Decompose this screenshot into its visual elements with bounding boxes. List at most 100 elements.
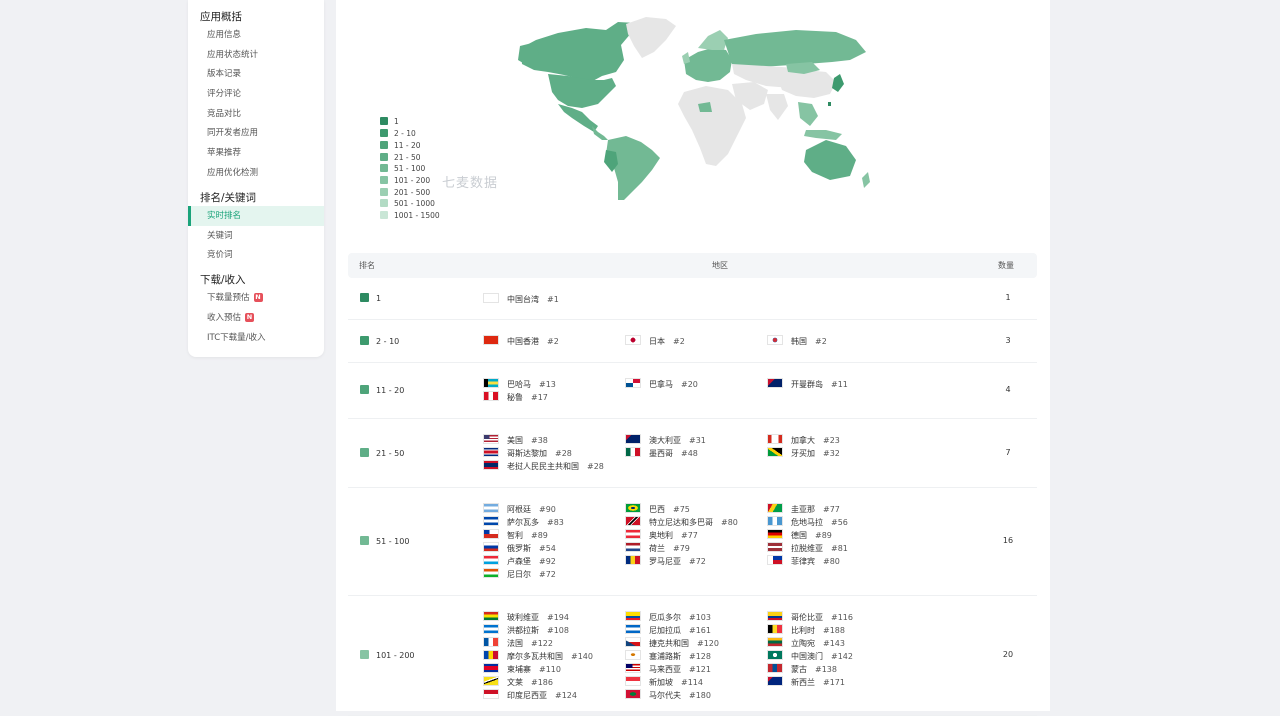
country-rank: #28 (555, 449, 572, 458)
country-name: 哥伦比亚 (791, 613, 823, 622)
country-name: 厄瓜多尔 (649, 613, 681, 622)
country-item[interactable]: 开曼群岛 #11 (767, 378, 848, 391)
country-rank: #180 (689, 691, 711, 700)
sidebar-item-revenue-estimate[interactable]: 收入预估 N (188, 308, 324, 328)
country-item[interactable]: 马来西亚 #121 (625, 663, 711, 676)
country-item[interactable]: 卢森堡 #92 (483, 555, 556, 568)
country-item[interactable]: 新西兰 #171 (767, 676, 845, 689)
country-item[interactable]: 特立尼达和多巴哥 #80 (625, 516, 738, 529)
country-rank: #143 (823, 639, 845, 648)
country-item[interactable]: 厄瓜多尔 #103 (625, 611, 711, 624)
rank-swatch (360, 385, 369, 394)
country-item[interactable]: 俄罗斯 #54 (483, 542, 556, 555)
country-item[interactable]: 荷兰 #79 (625, 542, 690, 555)
country-item[interactable]: 德国 #89 (767, 529, 832, 542)
country-item[interactable]: 牙买加 #32 (767, 447, 840, 460)
country-item[interactable]: 秘鲁 #17 (483, 391, 548, 404)
country-item[interactable]: 哥伦比亚 #116 (767, 611, 853, 624)
country-item[interactable]: 澳大利亚 #31 (625, 434, 706, 447)
sidebar-item-same-developer[interactable]: 同开发者应用 (188, 123, 324, 143)
country-name: 比利时 (791, 626, 815, 635)
country-item[interactable]: 玻利维亚 #194 (483, 611, 569, 624)
sidebar-item-aso-check[interactable]: 应用优化检测 (188, 163, 324, 183)
country-name: 玻利维亚 (507, 613, 539, 622)
country-item[interactable]: 中国香港 #2 (483, 335, 559, 348)
country-item[interactable]: 智利 #89 (483, 529, 548, 542)
sidebar-item-download-estimate[interactable]: 下载量预估 N (188, 288, 324, 308)
at-flag-icon (625, 529, 641, 539)
country-item[interactable]: 危地马拉 #56 (767, 516, 848, 529)
country-item[interactable]: 阿根廷 #90 (483, 503, 556, 516)
country-item[interactable]: 美国 #38 (483, 434, 548, 447)
country-rank: #83 (547, 518, 564, 527)
country-item[interactable]: 巴拿马 #20 (625, 378, 698, 391)
country-item[interactable]: 尼日尔 #72 (483, 568, 556, 581)
sidebar-item-app-info[interactable]: 应用信息 (188, 25, 324, 45)
sidebar-item-realtime-rank[interactable]: 实时排名 (188, 206, 324, 226)
country-item[interactable]: 印度尼西亚 #124 (483, 689, 577, 702)
country-item[interactable]: 中国台湾 #1 (483, 293, 559, 306)
country-item[interactable]: 加拿大 #23 (767, 434, 840, 447)
country-item[interactable]: 巴哈马 #13 (483, 378, 556, 391)
lt-flag-icon (767, 637, 783, 647)
country-name: 菲律宾 (791, 557, 815, 566)
legend-label: 1001 - 1500 (394, 211, 440, 220)
country-item[interactable]: 韩国 #2 (767, 335, 827, 348)
country-item[interactable]: 法国 #122 (483, 637, 553, 650)
country-item[interactable]: 拉脱维亚 #81 (767, 542, 848, 555)
country-item[interactable]: 捷克共和国 #120 (625, 637, 719, 650)
sidebar-item-itc[interactable]: ITC下载量/收入 (188, 328, 324, 348)
country-name: 中国台湾 (507, 295, 539, 304)
country-item[interactable]: 尼加拉瓜 #161 (625, 624, 711, 637)
lu-flag-icon (483, 555, 499, 565)
country-rank: #77 (823, 505, 840, 514)
country-item[interactable]: 柬埔寨 #110 (483, 663, 561, 676)
bn-flag-icon (483, 676, 499, 686)
sidebar-item-reviews[interactable]: 评分评论 (188, 84, 324, 104)
legend-swatch (380, 211, 388, 219)
country-item[interactable]: 墨西哥 #48 (625, 447, 698, 460)
country-name: 圭亚那 (791, 505, 815, 514)
country-rank: #13 (539, 380, 556, 389)
rank-cell: 51 - 100 (360, 536, 409, 546)
country-item[interactable]: 摩尔多瓦共和国 #140 (483, 650, 593, 663)
country-name: 阿根廷 (507, 505, 531, 514)
country-item[interactable]: 新加坡 #114 (625, 676, 703, 689)
sidebar: 应用概括 应用信息 应用状态统计 版本记录 评分评论 竞品对比 同开发者应用 苹… (188, 0, 324, 357)
sidebar-item-bid-words[interactable]: 竞价词 (188, 245, 324, 265)
sidebar-item-app-status[interactable]: 应用状态统计 (188, 45, 324, 65)
country-item[interactable]: 塞浦路斯 #128 (625, 650, 711, 663)
cz-flag-icon (625, 637, 641, 647)
country-item[interactable]: 立陶宛 #143 (767, 637, 845, 650)
be-flag-icon (767, 624, 783, 634)
ky-flag-icon (767, 378, 783, 388)
country-item[interactable]: 奥地利 #77 (625, 529, 698, 542)
country-name: 哥斯达黎加 (507, 449, 547, 458)
country-item[interactable]: 中国澳门 #142 (767, 650, 853, 663)
country-item[interactable]: 比利时 #188 (767, 624, 845, 637)
country-item[interactable]: 蒙古 #138 (767, 663, 837, 676)
country-item[interactable]: 老挝人民民主共和国 #28 (483, 460, 604, 473)
sidebar-item-versions[interactable]: 版本记录 (188, 64, 324, 84)
my-flag-icon (625, 663, 641, 673)
table-row: 2 - 10 中国香港 #2 日本 #2 韩国 #2 3 (348, 320, 1037, 363)
rank-cell: 1 (360, 293, 381, 303)
country-item[interactable]: 文莱 #186 (483, 676, 553, 689)
table-row: 11 - 20 巴哈马 #13 巴拿马 #20 开曼群岛 #11 秘鲁 #17 4 (348, 363, 1037, 419)
country-item[interactable]: 圭亚那 #77 (767, 503, 840, 516)
country-item[interactable]: 罗马尼亚 #72 (625, 555, 706, 568)
sidebar-item-competitors[interactable]: 竞品对比 (188, 104, 324, 124)
country-item[interactable]: 洪都拉斯 #108 (483, 624, 569, 637)
country-item[interactable]: 哥斯达黎加 #28 (483, 447, 572, 460)
sidebar-item-keywords[interactable]: 关键词 (188, 226, 324, 246)
country-rank: #114 (681, 678, 703, 687)
country-item[interactable]: 日本 #2 (625, 335, 685, 348)
country-item[interactable]: 萨尔瓦多 #83 (483, 516, 564, 529)
country-item[interactable]: 马尔代夫 #180 (625, 689, 711, 702)
country-item[interactable]: 巴西 #75 (625, 503, 690, 516)
legend-item: 1001 - 1500 (380, 211, 440, 222)
sidebar-item-apple-featured[interactable]: 苹果推荐 (188, 143, 324, 163)
country-item[interactable]: 菲律宾 #80 (767, 555, 840, 568)
country-name: 巴拿马 (649, 380, 673, 389)
rank-cell: 21 - 50 (360, 448, 404, 458)
